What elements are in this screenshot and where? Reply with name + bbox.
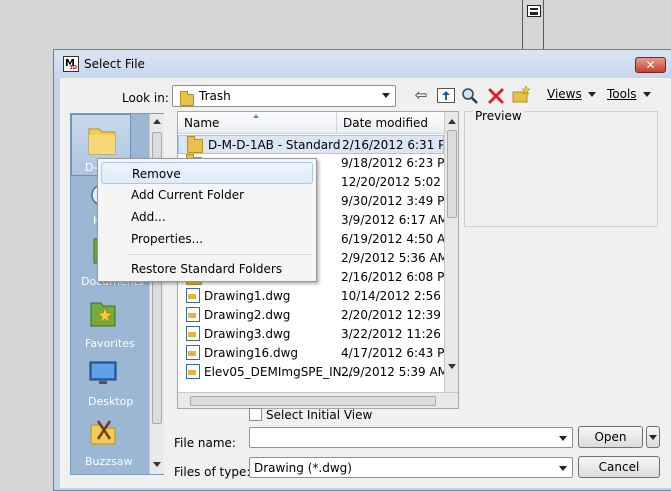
chevron-down-icon	[587, 92, 596, 97]
lookin-label: Look in:	[122, 91, 169, 105]
background-divider-right	[543, 0, 544, 49]
file-name: Drawing16.dwg	[204, 346, 299, 360]
file-row[interactable]: Drawing1.dwg 10/14/2012 2:56 PM	[178, 287, 444, 306]
filetype-value: Drawing (*.dwg)	[254, 461, 352, 475]
file-date: 2/16/2012 6:31 PM	[342, 138, 443, 152]
folder-icon	[187, 136, 203, 153]
dwg-file-icon	[186, 345, 200, 360]
sort-ascending-icon	[253, 114, 259, 118]
dwg-file-icon	[186, 364, 200, 379]
file-date: 12/20/2012 5:02 PM	[341, 175, 444, 189]
file-name: Elev05_DEMImgSPE_IN...	[204, 365, 354, 379]
menu-item-add-current-folder[interactable]: Add Current Folder	[101, 184, 313, 206]
open-label: Open	[594, 430, 627, 444]
tools-menu[interactable]: Tools	[607, 87, 651, 101]
file-name: D-M-D-1AB - Standard	[208, 138, 341, 152]
open-button[interactable]: Open	[578, 426, 643, 448]
tools-label: Tools	[607, 87, 637, 101]
preview-panel: Preview	[464, 109, 658, 227]
open-options-button[interactable]	[646, 426, 660, 448]
file-name: Drawing3.dwg	[204, 327, 291, 341]
background-toolbar-icon[interactable]	[527, 5, 541, 17]
views-label: Views	[547, 87, 582, 101]
scroll-up-icon[interactable]	[153, 119, 161, 124]
delete-icon[interactable]	[486, 86, 506, 106]
filetype-label: Files of type:	[174, 465, 251, 479]
file-date: 9/18/2012 6:23 PM	[341, 156, 444, 170]
chevron-down-icon	[649, 435, 657, 440]
filename-input[interactable]	[249, 427, 573, 448]
desktop-icon	[89, 361, 117, 384]
dialog-body: Look in: Trash ⇦ Views Tools D-M Favorit…	[60, 78, 671, 488]
close-button[interactable]: ✕	[635, 57, 666, 73]
dwg-file-icon	[186, 288, 200, 303]
dwg-file-icon	[186, 307, 200, 322]
dialog-title: Select File	[84, 57, 145, 71]
places-item-favorites[interactable]: Favorites	[71, 291, 135, 351]
background-divider-left	[522, 0, 523, 49]
places-context-menu: Remove Add Current Folder Add... Propert…	[97, 158, 317, 282]
cancel-button[interactable]: Cancel	[578, 456, 660, 478]
select-initial-view-label: Select Initial View	[266, 408, 373, 422]
folder-icon	[180, 90, 194, 106]
chevron-down-icon	[559, 436, 567, 441]
file-list-vscrollbar[interactable]	[444, 112, 458, 392]
dwg-file-icon	[186, 326, 200, 341]
file-date: 2/20/2012 12:39 PM	[341, 308, 444, 322]
scroll-down-icon[interactable]	[448, 364, 456, 369]
file-row[interactable]: Drawing16.dwg 4/17/2012 6:43 PM	[178, 344, 444, 363]
filetype-select[interactable]: Drawing (*.dwg)	[249, 457, 573, 478]
create-folder-icon[interactable]	[511, 85, 531, 105]
menu-separator	[128, 254, 312, 255]
file-date: 2/16/2012 6:08 PM	[341, 270, 444, 284]
file-row[interactable]: D-M-D-1AB - Standard 2/16/2012 6:31 PM	[178, 135, 444, 154]
menu-item-restore-standard-folders[interactable]: Restore Standard Folders	[101, 258, 313, 280]
lookin-value: Trash	[199, 89, 231, 103]
preview-label: Preview	[473, 109, 524, 123]
menu-item-remove[interactable]: Remove	[101, 162, 313, 184]
select-initial-view-checkbox[interactable]	[249, 408, 262, 421]
app-icon: M 3D	[63, 56, 79, 72]
file-row[interactable]: Elev05_DEMImgSPE_IN... 2/9/2012 5:39 AM	[178, 363, 444, 382]
filename-label: File name:	[174, 436, 236, 450]
menu-item-properties[interactable]: Properties...	[101, 228, 313, 250]
chevron-down-icon	[559, 466, 567, 471]
file-row[interactable]: Drawing2.dwg 2/20/2012 12:39 PM	[178, 306, 444, 325]
scroll-up-icon[interactable]	[448, 119, 456, 124]
places-item-buzzsaw[interactable]: Buzzsaw	[71, 411, 133, 474]
file-date: 4/17/2012 6:43 PM	[341, 346, 444, 360]
chevron-down-icon	[642, 92, 651, 97]
lookin-combo[interactable]: Trash	[172, 85, 396, 107]
views-menu[interactable]: Views	[547, 87, 596, 101]
places-item-label: Desktop	[88, 395, 134, 408]
scroll-thumb[interactable]	[190, 396, 436, 406]
scroll-down-icon[interactable]	[153, 462, 161, 467]
places-item-label: Favorites	[85, 337, 135, 350]
file-name: Drawing2.dwg	[204, 308, 291, 322]
file-date: 6/19/2012 4:50 AM	[341, 232, 444, 246]
places-item-desktop[interactable]: Desktop	[71, 351, 134, 411]
file-date: 9/30/2012 3:49 PM	[341, 194, 444, 208]
back-icon[interactable]: ⇦	[411, 85, 431, 105]
column-header-date[interactable]: Date modified	[337, 112, 458, 134]
file-date: 2/9/2012 5:36 AM	[341, 251, 444, 265]
up-one-level-icon[interactable]	[437, 88, 455, 103]
places-item-label: Buzzsaw	[85, 455, 133, 468]
favorites-icon	[90, 302, 116, 327]
scroll-thumb[interactable]	[447, 130, 457, 218]
dialog-titlebar[interactable]: M 3D Select File ✕	[54, 50, 671, 78]
file-date: 10/14/2012 2:56 PM	[341, 289, 444, 303]
chevron-down-icon	[382, 93, 390, 98]
file-date: 3/9/2012 6:17 AM	[341, 213, 444, 227]
file-date: 2/9/2012 5:39 AM	[341, 365, 444, 379]
file-name: Drawing1.dwg	[204, 289, 291, 303]
buzzsaw-icon	[90, 420, 116, 445]
folder-icon	[88, 128, 116, 155]
file-date: 3/22/2012 11:26 AM	[341, 327, 444, 341]
file-row[interactable]: Drawing3.dwg 3/22/2012 11:26 AM	[178, 325, 444, 344]
file-list-hscrollbar[interactable]	[178, 392, 458, 408]
search-web-icon[interactable]	[460, 86, 480, 106]
cancel-label: Cancel	[598, 460, 640, 474]
menu-item-add[interactable]: Add...	[101, 206, 313, 228]
